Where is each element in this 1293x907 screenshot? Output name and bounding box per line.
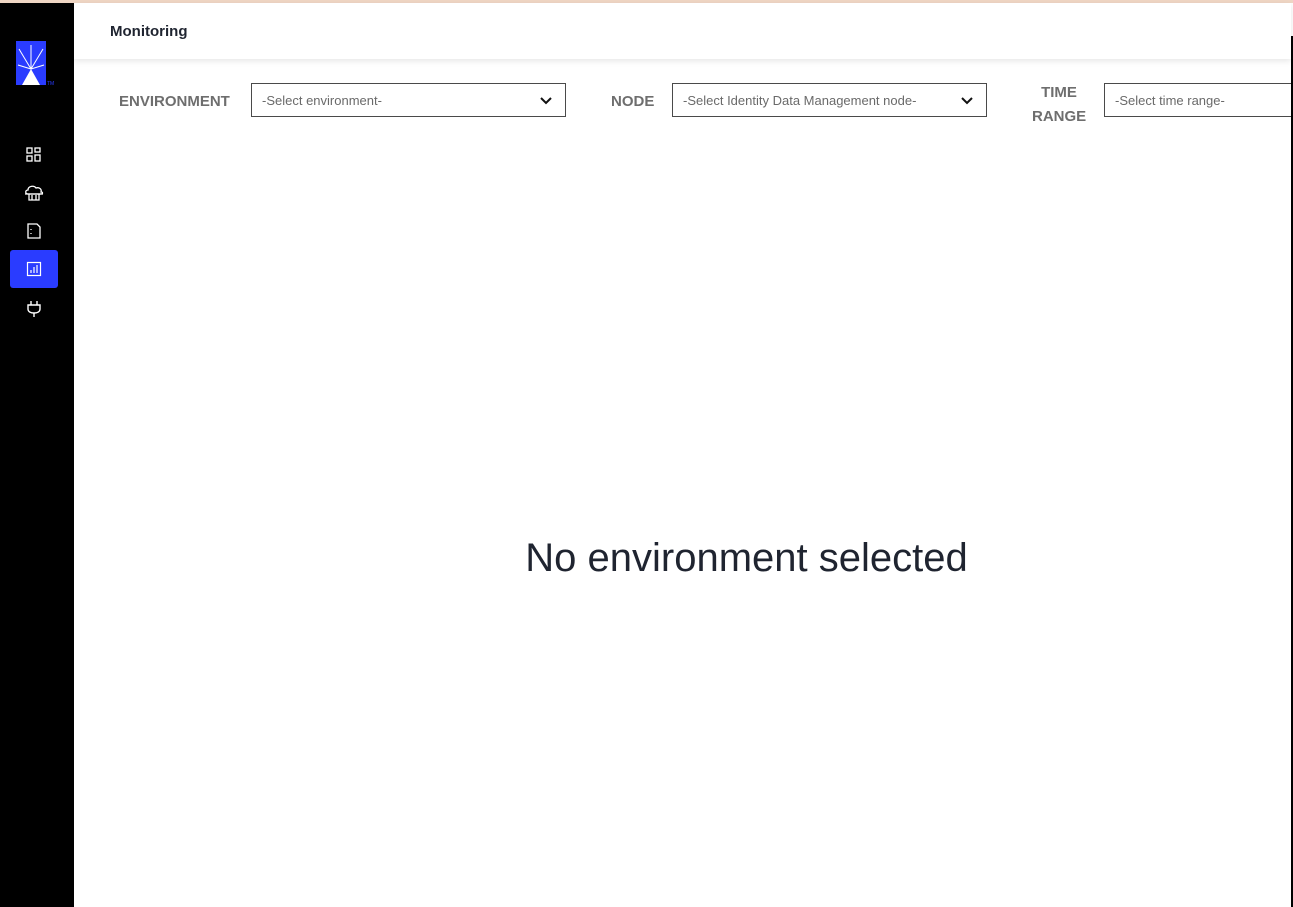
node-select-value: -Select Identity Data Management node- bbox=[683, 92, 917, 108]
nav-cloud[interactable] bbox=[10, 174, 58, 212]
document-icon bbox=[27, 223, 41, 239]
chevron-down-icon bbox=[961, 97, 973, 105]
environment-select[interactable]: -Select environment- bbox=[251, 83, 566, 117]
time-range-select-value: -Select time range- bbox=[1115, 92, 1225, 108]
nav-dashboard[interactable] bbox=[10, 136, 58, 174]
time-range-label-line2: RANGE bbox=[1032, 108, 1087, 125]
node-label: NODE bbox=[611, 93, 655, 110]
plug-icon bbox=[27, 301, 41, 317]
bar-chart-icon bbox=[26, 261, 42, 277]
page-header: Monitoring bbox=[74, 3, 1291, 59]
cloud-icon bbox=[25, 185, 44, 201]
environment-select-value: -Select environment- bbox=[262, 92, 382, 108]
environment-label: ENVIRONMENT bbox=[119, 93, 230, 110]
main-content: Monitoring ENVIRONMENT -Select environme… bbox=[74, 3, 1293, 907]
dashboard-icon bbox=[26, 147, 41, 162]
product-logo[interactable]: TM bbox=[16, 41, 56, 89]
empty-state-message: No environment selected bbox=[525, 536, 968, 580]
page-title: Monitoring bbox=[110, 23, 188, 40]
time-range-label-line1: TIME bbox=[1041, 84, 1077, 101]
time-range-label: TIME RANGE bbox=[1032, 81, 1086, 129]
nav-monitoring[interactable] bbox=[10, 250, 58, 288]
nav-plugins[interactable] bbox=[10, 290, 58, 328]
sidebar: TM bbox=[0, 3, 74, 907]
svg-text:TM: TM bbox=[47, 81, 54, 87]
time-range-select[interactable]: -Select time range- bbox=[1104, 83, 1293, 117]
chevron-down-icon bbox=[540, 97, 552, 105]
node-select[interactable]: -Select Identity Data Management node- bbox=[672, 83, 987, 117]
nav-document[interactable] bbox=[10, 212, 58, 250]
